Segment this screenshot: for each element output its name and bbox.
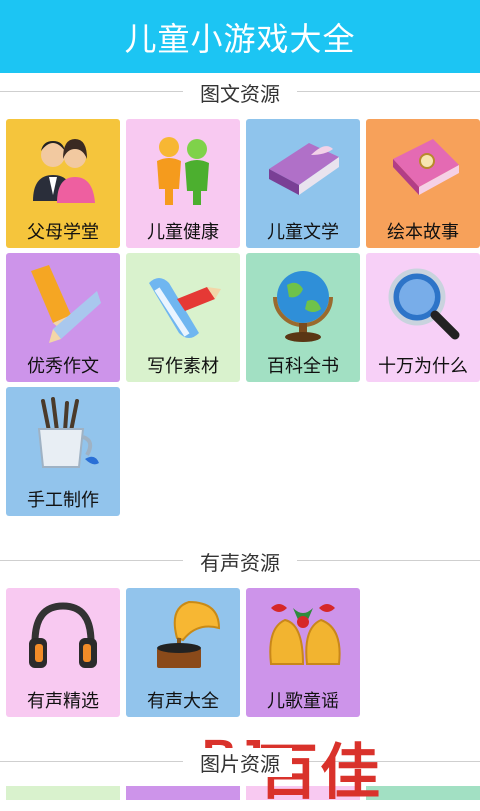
parents-icon bbox=[33, 139, 95, 203]
tile-audio-collection[interactable]: 有声大全 bbox=[126, 588, 240, 717]
tile-audio-selection[interactable]: 有声精选 bbox=[6, 588, 120, 717]
tile-excellent-essays[interactable]: 优秀作文 bbox=[6, 253, 120, 382]
tile-partial-2[interactable] bbox=[126, 786, 240, 800]
tile-child-health[interactable]: 儿童健康 bbox=[126, 119, 240, 248]
section-title-tuwen: 图文资源 bbox=[0, 77, 480, 107]
section-title-yousheng: 有声资源 bbox=[0, 546, 480, 576]
app-title: 儿童小游戏大全 bbox=[124, 19, 356, 58]
tile-encyclopedia[interactable]: 百科全书 bbox=[246, 253, 360, 382]
paint-cup-icon bbox=[37, 397, 99, 468]
tile-partial-1[interactable] bbox=[6, 786, 120, 800]
tile-child-literature[interactable]: 儿童文学 bbox=[246, 119, 360, 248]
gramophone-icon bbox=[157, 600, 221, 668]
tile-hundred-thousand-whys[interactable]: 十万为什么 bbox=[366, 253, 480, 382]
tile-nursery-rhymes[interactable]: 儿歌童谣 bbox=[246, 588, 360, 717]
children-icon bbox=[157, 137, 209, 205]
pencils-icon bbox=[31, 265, 101, 343]
headphones-icon bbox=[29, 602, 97, 668]
tile-handicraft[interactable]: 手工制作 bbox=[6, 387, 120, 516]
globe-icon bbox=[273, 271, 333, 342]
tile-picture-book[interactable]: 绘本故事 bbox=[366, 119, 480, 248]
tile-writing-materials[interactable]: 写作素材 bbox=[126, 253, 240, 382]
diary-icon bbox=[393, 139, 459, 195]
magnifier-icon bbox=[388, 268, 460, 340]
paper-roll-icon bbox=[149, 278, 221, 338]
book-icon bbox=[269, 143, 339, 195]
tile-parents-school[interactable]: 父母学堂 bbox=[6, 119, 120, 248]
bells-icon bbox=[269, 604, 341, 665]
app-header: 儿童小游戏大全 bbox=[0, 0, 480, 73]
tile-partial-4[interactable] bbox=[366, 786, 480, 800]
